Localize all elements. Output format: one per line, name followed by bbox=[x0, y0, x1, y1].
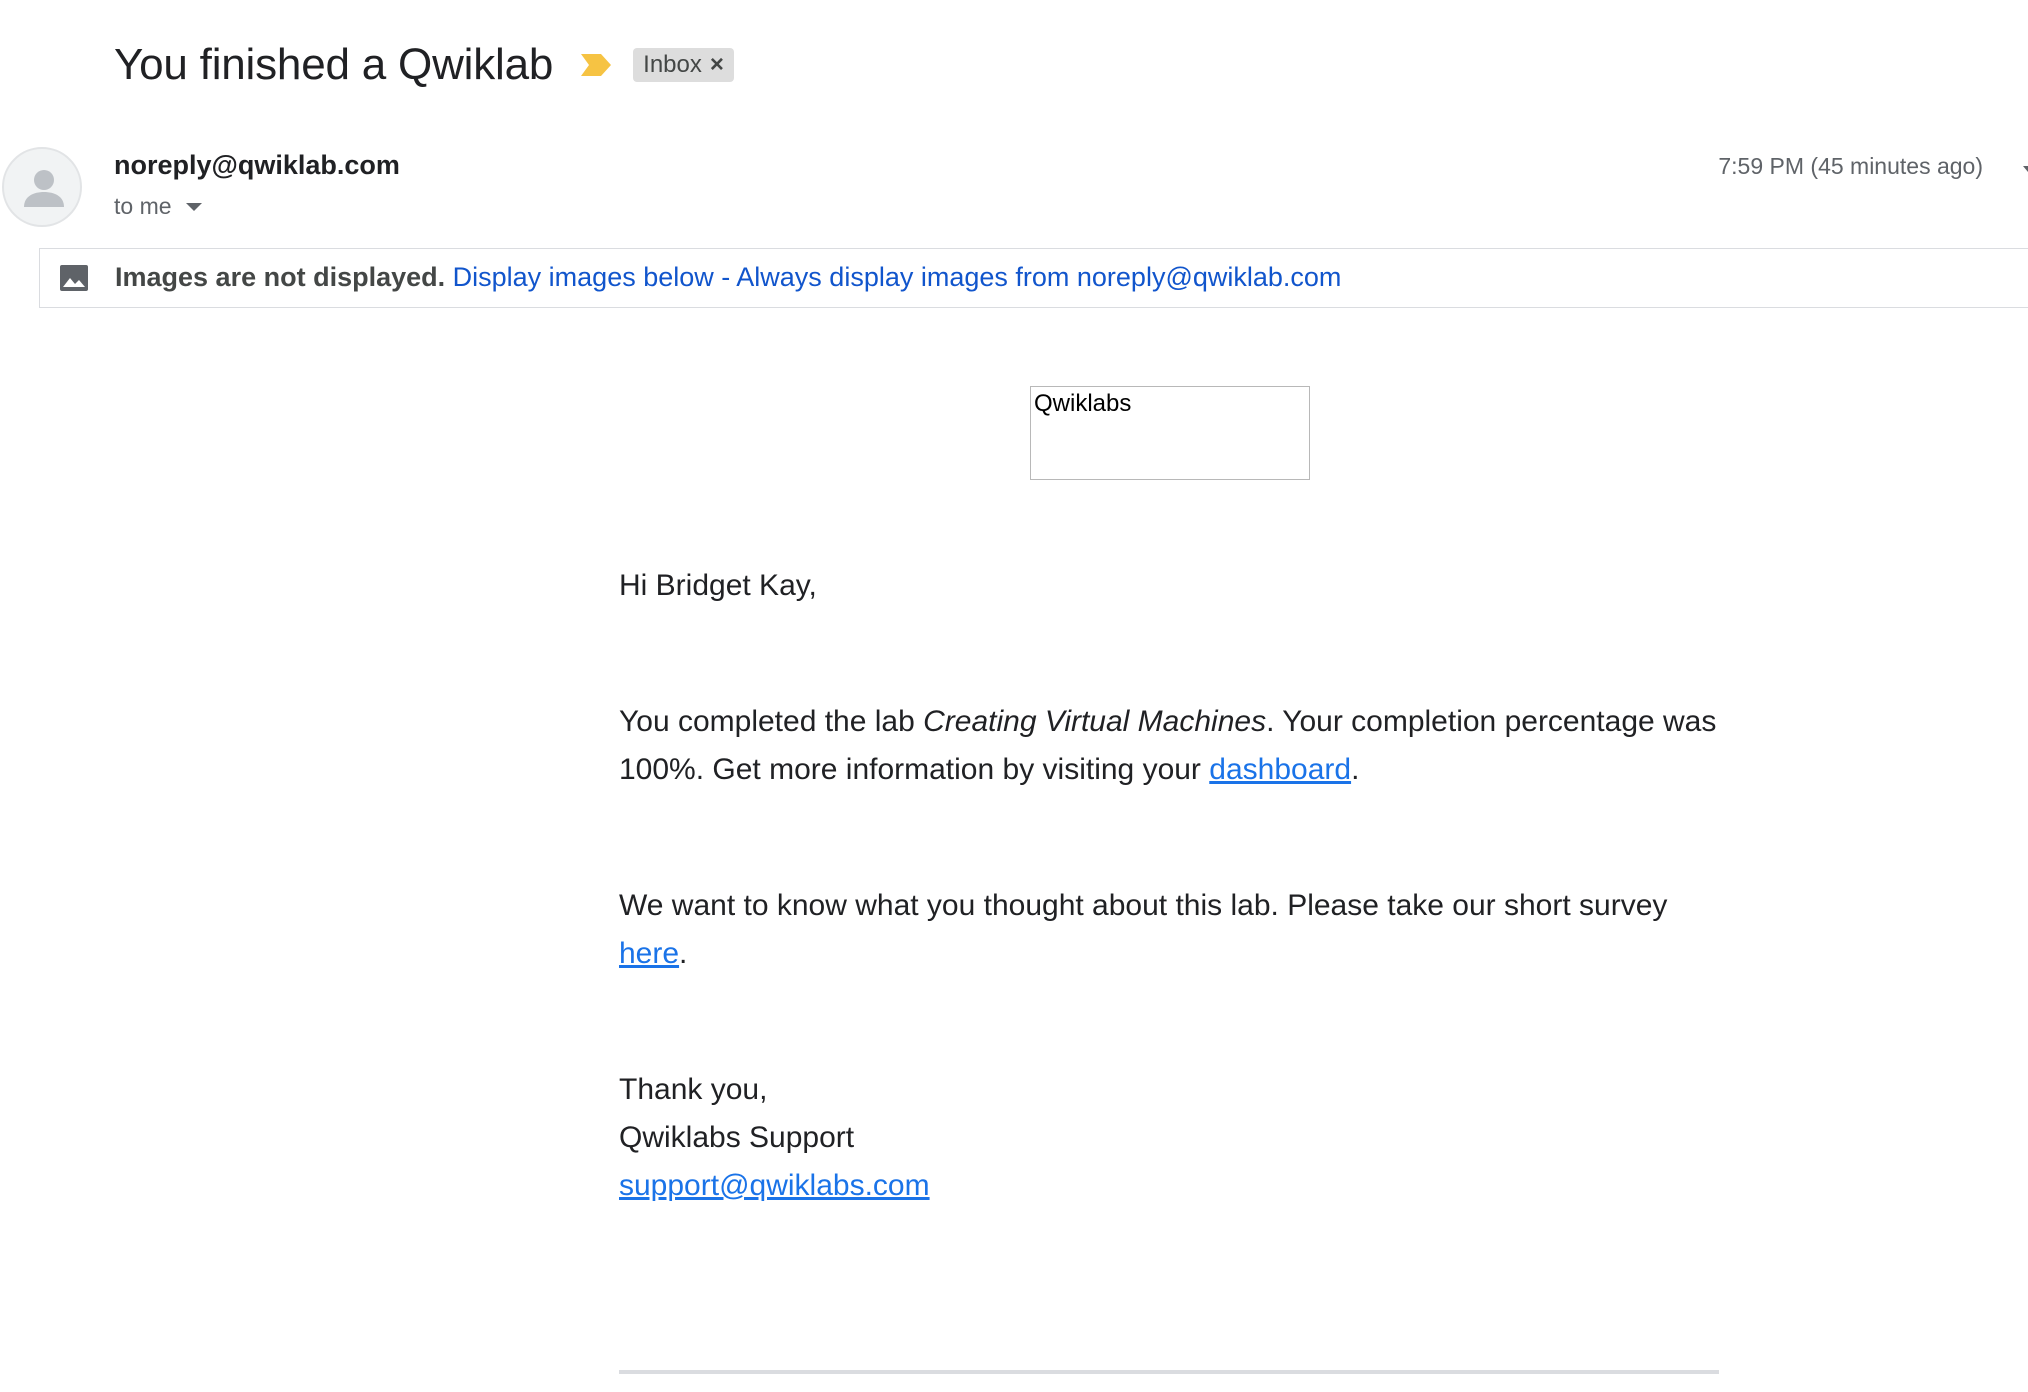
chevron-down-icon[interactable] bbox=[185, 202, 202, 211]
p1-suffix: . bbox=[1351, 753, 1360, 786]
support-email-link[interactable]: support@qwiklabs.com bbox=[619, 1169, 930, 1202]
footer-divider bbox=[619, 1370, 1719, 1374]
display-images-below-link[interactable]: Display images below bbox=[453, 262, 714, 292]
signoff-line1: Thank you, bbox=[619, 1073, 768, 1106]
completion-paragraph: You completed the lab Creating Virtual M… bbox=[619, 698, 1719, 794]
signoff-line2: Qwiklabs Support bbox=[619, 1121, 855, 1154]
banner-separator: - bbox=[713, 262, 737, 292]
dashboard-link[interactable]: dashboard bbox=[1209, 753, 1351, 786]
label-chip-text: Inbox bbox=[643, 51, 702, 78]
survey-paragraph: We want to know what you thought about t… bbox=[619, 882, 1719, 978]
label-chip-inbox[interactable]: Inbox × bbox=[633, 48, 734, 82]
banner-text: Images are not displayed. Display images… bbox=[115, 262, 1341, 293]
recipient-line: to me bbox=[114, 193, 202, 220]
image-icon bbox=[58, 262, 90, 294]
signoff: Thank you, Qwiklabs Support support@qwik… bbox=[619, 1066, 1719, 1210]
recipient-text: to me bbox=[114, 193, 172, 219]
sender-email[interactable]: noreply@qwiklab.com bbox=[114, 150, 400, 181]
email-subject: You finished a Qwiklab bbox=[114, 40, 554, 89]
subject-row: You finished a Qwiklab Inbox × bbox=[114, 36, 734, 94]
message-timestamp: 7:59 PM (45 minutes ago) bbox=[1718, 153, 1983, 179]
remove-label-button[interactable]: × bbox=[710, 51, 724, 79]
p2-suffix: . bbox=[679, 937, 688, 970]
greeting: Hi Bridget Kay, bbox=[619, 569, 817, 602]
survey-link[interactable]: here bbox=[619, 937, 679, 970]
avatar-placeholder-icon bbox=[2, 147, 82, 227]
always-display-images-link[interactable]: Always display images from noreply@qwikl… bbox=[736, 262, 1341, 292]
logo-image-placeholder: Qwiklabs bbox=[1030, 386, 1310, 480]
more-options-icon[interactable] bbox=[2023, 166, 2028, 172]
p1-prefix: You completed the lab bbox=[619, 705, 924, 738]
lab-name: Creating Virtual Machines bbox=[923, 705, 1267, 738]
images-not-displayed-notice: Images are not displayed. bbox=[115, 262, 446, 292]
images-blocked-banner: Images are not displayed. Display images… bbox=[39, 248, 2028, 308]
p2-prefix: We want to know what you thought about t… bbox=[619, 889, 1668, 922]
importance-marker-icon[interactable] bbox=[579, 52, 613, 78]
